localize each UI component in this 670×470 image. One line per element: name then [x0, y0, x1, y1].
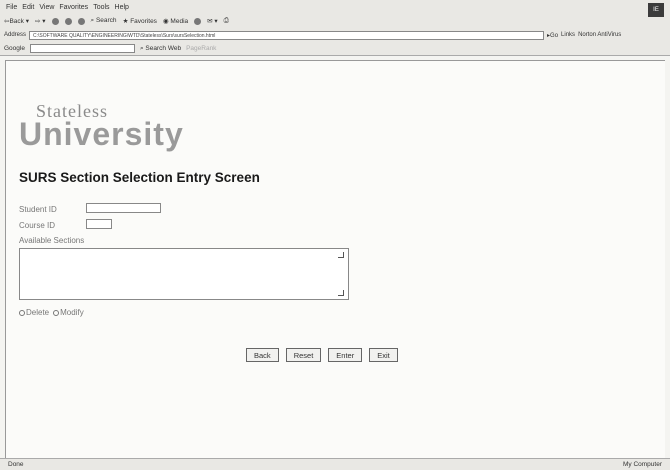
browser-chrome: File Edit View Favorites Tools Help IE ⇦… [0, 0, 670, 56]
google-toolbar: Google ⌕ Search Web PageRank [0, 42, 670, 56]
favorites-button[interactable]: ★ Favorites [123, 17, 157, 25]
back-form-button[interactable]: Back [246, 348, 279, 362]
address-bar: Address C:\SOFTWARE QUALITY\ENGINEERING\… [0, 28, 670, 42]
available-sections-textarea[interactable] [19, 248, 349, 300]
links-button[interactable]: Links [561, 32, 575, 38]
menu-file[interactable]: File [6, 4, 17, 11]
history-icon[interactable] [194, 17, 202, 25]
address-label: Address [4, 32, 27, 38]
page-title: SURS Section Selection Entry Screen [19, 170, 260, 185]
print-icon[interactable]: ⎙ [224, 17, 229, 25]
back-label: Back [9, 18, 24, 25]
delete-radio-icon [19, 309, 25, 316]
course-id-input[interactable] [86, 219, 112, 229]
action-radio-group: Delete Modify [19, 308, 84, 317]
status-bar: Done My Computer [0, 458, 670, 470]
media-button[interactable]: ◉ Media [163, 17, 188, 25]
modify-radio-icon [53, 309, 60, 316]
media-label: Media [170, 18, 189, 25]
back-button[interactable]: ⇦Back ▾ [4, 17, 29, 25]
windows-logo-icon: IE [648, 3, 664, 17]
home-icon[interactable] [77, 17, 85, 25]
go-label: Go [550, 32, 559, 39]
menu-view[interactable]: View [39, 4, 54, 11]
mail-icon[interactable]: ✉ ▾ [207, 17, 218, 25]
status-zone: My Computer [622, 461, 662, 468]
refresh-icon[interactable] [64, 17, 72, 25]
reset-button[interactable]: Reset [285, 348, 322, 362]
scroll-up-icon[interactable] [338, 252, 344, 258]
menu-edit[interactable]: Edit [22, 4, 34, 11]
menu-favorites[interactable]: Favorites [59, 4, 88, 11]
go-button[interactable]: ▸Go [547, 32, 558, 39]
scroll-down-icon[interactable] [338, 290, 344, 296]
favorites-label: Favorites [130, 18, 157, 25]
logo-bottom-text: University [19, 116, 184, 152]
search-web-label: Search Web [145, 44, 182, 52]
menu-tools[interactable]: Tools [93, 4, 109, 11]
course-id-label: Course ID [19, 221, 56, 230]
menu-bar: File Edit View Favorites Tools Help [0, 0, 670, 14]
exit-button[interactable]: Exit [369, 348, 398, 362]
forward-icon[interactable]: ⇨ ▾ [35, 17, 46, 25]
google-search-web-button[interactable]: ⌕ Search Web [140, 45, 181, 53]
student-id-input[interactable] [86, 203, 161, 213]
modify-radio[interactable]: Modify [53, 308, 84, 317]
pagerank-label: PageRank [186, 45, 217, 52]
form-button-row: Back Reset Enter Exit [246, 348, 398, 362]
status-done: Done [8, 461, 24, 468]
delete-radio-label: Delete [26, 308, 50, 317]
stop-icon[interactable] [51, 17, 59, 25]
norton-button[interactable]: Norton AntiVirus [578, 32, 621, 38]
delete-radio[interactable]: Delete [19, 308, 49, 317]
enter-button[interactable]: Enter [328, 348, 363, 362]
address-input[interactable]: C:\SOFTWARE QUALITY\ENGINEERING\WTD\Stat… [29, 30, 545, 40]
student-id-label: Student ID [19, 205, 57, 214]
menu-help[interactable]: Help [115, 4, 129, 11]
page-viewport: Stateless University SURS Section Select… [5, 60, 665, 458]
google-search-input[interactable] [29, 44, 135, 53]
search-label: Search [95, 17, 117, 24]
modify-radio-label: Modify [60, 308, 84, 317]
toolbar: ⇦Back ▾ ⇨ ▾ ⌕ Search ★ Favorites ◉ Media… [0, 14, 670, 28]
available-sections-label: Available Sections [19, 236, 85, 245]
google-label[interactable]: Google [4, 45, 25, 52]
search-button[interactable]: ⌕ Search [91, 17, 117, 25]
